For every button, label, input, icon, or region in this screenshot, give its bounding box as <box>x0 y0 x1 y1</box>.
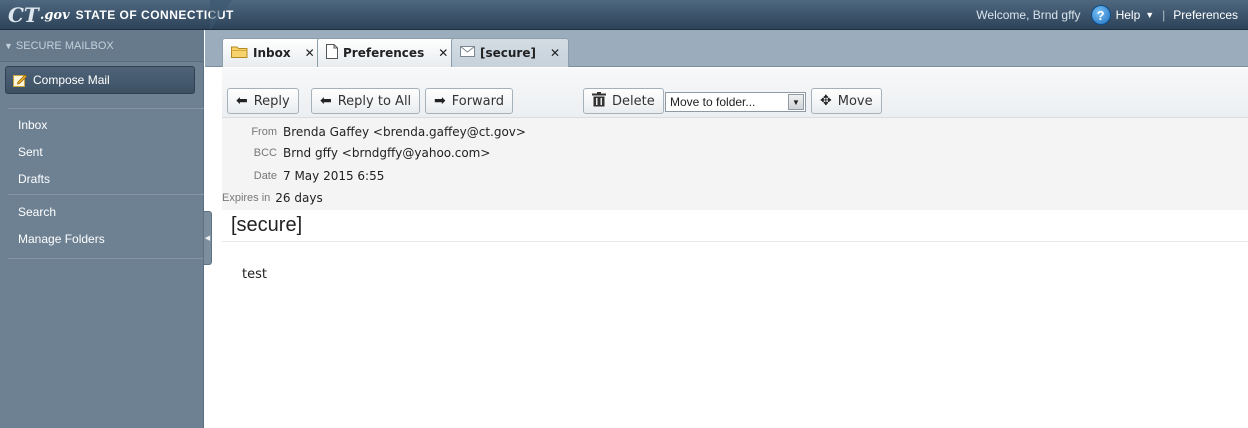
sidebar-header[interactable]: ▼ SECURE MAILBOX <box>0 30 204 62</box>
tab-label: [secure] <box>480 46 536 60</box>
ct-gov-logo[interactable]: CT .gov STATE OF CONNECTICUT <box>8 3 234 27</box>
user-menu: Welcome, Brnd gffy ? Help ▼ | Preference… <box>976 0 1238 30</box>
expires-value: 26 days <box>275 191 323 205</box>
reply-button[interactable]: ⬅ Reply <box>227 88 299 114</box>
tab-label: Inbox <box>253 46 291 60</box>
date-row: Date 7 May 2015 6:55 <box>222 165 822 187</box>
sidebar-item-inbox[interactable]: Inbox <box>18 118 47 132</box>
chevron-down-icon[interactable]: ▼ <box>1145 10 1154 20</box>
message-toolbar: ⬅ Reply ⬅​ Reply to All ➡ Forward Delete… <box>222 68 1248 118</box>
message-body-text: test <box>242 267 267 282</box>
tab-preferences[interactable]: Preferences ✕ <box>317 38 458 67</box>
forward-label: Forward <box>451 93 505 109</box>
chevron-down-icon: ▼ <box>4 40 13 51</box>
move-arrows-icon: ✥ <box>820 93 832 109</box>
trash-icon <box>592 91 606 111</box>
date-value: 7 May 2015 6:55 <box>283 169 385 183</box>
compose-mail-label: Compose Mail <box>33 73 110 87</box>
compose-icon <box>13 73 28 87</box>
topbar-decoration <box>210 0 232 30</box>
reply-all-icon: ⬅​ <box>320 93 332 109</box>
subject-bar: [secure] <box>222 210 1248 242</box>
close-icon[interactable]: ✕ <box>438 46 448 60</box>
expires-row: Expires in 26 days <box>222 187 822 209</box>
envelope-icon <box>460 46 475 60</box>
compose-mail-button[interactable]: Compose Mail <box>5 66 195 94</box>
preferences-link[interactable]: Preferences <box>1173 8 1238 22</box>
delete-label: Delete <box>612 93 655 109</box>
message-subject: [secure] <box>231 214 303 236</box>
divider <box>8 258 204 259</box>
from-row: From Brenda Gaffey <brenda.gaffey@ct.gov… <box>222 121 822 143</box>
tab-inbox[interactable]: Inbox ✕ <box>222 38 324 67</box>
delete-button[interactable]: Delete <box>583 88 664 114</box>
reply-label: Reply <box>253 93 290 109</box>
logo-ct-mark: CT <box>8 3 39 27</box>
move-to-folder-select[interactable]: Move to folder... ▼ <box>665 92 806 112</box>
move-button[interactable]: ✥ Move <box>811 88 882 114</box>
message-header: From Brenda Gaffey <brenda.gaffey@ct.gov… <box>222 118 1248 210</box>
forward-button[interactable]: ➡ Forward <box>425 88 514 114</box>
top-bar: CT .gov STATE OF CONNECTICUT Welcome, Br… <box>0 0 1248 30</box>
sidebar-item-search[interactable]: Search <box>18 205 56 219</box>
date-label: Date <box>253 170 277 182</box>
sidebar-header-label: SECURE MAILBOX <box>15 39 114 52</box>
document-icon <box>326 44 338 62</box>
bcc-row: BCC Brnd gffy <brndgffy@yahoo.com> <box>222 142 822 164</box>
from-label: From <box>251 126 277 138</box>
move-select-value: Move to folder... <box>670 95 756 109</box>
divider <box>8 108 204 109</box>
forward-arrow-icon: ➡ <box>434 93 446 109</box>
move-label: Move <box>837 93 873 109</box>
folder-icon <box>231 45 248 61</box>
reply-arrow-icon: ⬅ <box>236 93 248 109</box>
close-icon[interactable]: ✕ <box>550 46 560 60</box>
tab-secure-message[interactable]: [secure] ✕ <box>451 38 570 67</box>
separator: | <box>1162 8 1166 22</box>
help-menu-button[interactable]: Help <box>1116 8 1141 22</box>
sidebar-collapse-handle[interactable]: ◀ <box>203 211 212 265</box>
sidebar: ▼ SECURE MAILBOX Compose Mail Inbox Sent… <box>0 30 204 428</box>
reply-all-button[interactable]: ⬅​ Reply to All <box>311 88 421 114</box>
bcc-value[interactable]: Brnd gffy <brndgffy@yahoo.com> <box>283 146 490 160</box>
tab-label: Preferences <box>343 46 425 60</box>
reply-all-label: Reply to All <box>337 93 412 109</box>
sidebar-item-drafts[interactable]: Drafts <box>18 172 50 186</box>
logo-gov-mark: .gov <box>39 7 70 23</box>
chevron-down-icon[interactable]: ▼ <box>788 94 804 110</box>
divider <box>8 194 204 195</box>
welcome-text: Welcome, Brnd gffy <box>976 8 1081 22</box>
from-value[interactable]: Brenda Gaffey <brenda.gaffey@ct.gov> <box>283 125 526 139</box>
sidebar-item-sent[interactable]: Sent <box>18 145 43 159</box>
close-icon[interactable]: ✕ <box>305 46 315 60</box>
help-icon[interactable]: ? <box>1090 5 1111 25</box>
expires-label: Expires in <box>222 192 271 204</box>
tab-bar: Inbox ✕ Preferences ✕ [secure] ✕ <box>205 30 1248 67</box>
message-body: test <box>222 243 1248 428</box>
sidebar-item-manage-folders[interactable]: Manage Folders <box>18 232 105 246</box>
bcc-label: BCC <box>253 147 277 159</box>
